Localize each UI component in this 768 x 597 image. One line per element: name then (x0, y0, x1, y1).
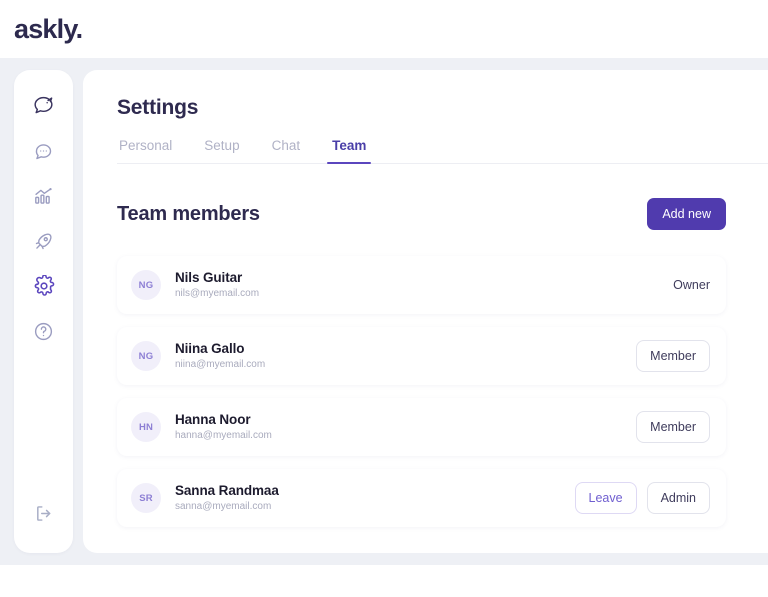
tab-setup[interactable]: Setup (202, 138, 241, 163)
avatar: HN (131, 412, 161, 442)
team-section-title: Team members (117, 202, 260, 225)
leave-button[interactable]: Leave (574, 482, 637, 514)
tab-chat[interactable]: Chat (270, 138, 303, 163)
member-actions: Member (636, 340, 710, 372)
member-info: Hanna Noor hanna@myemail.com (175, 411, 636, 443)
settings-tabs: Personal Setup Chat Team (117, 138, 768, 164)
chat-bubble-icon (33, 141, 54, 162)
analytics-bar-chart-icon (33, 186, 54, 207)
member-info: Niina Gallo niina@myemail.com (175, 340, 636, 372)
member-actions: Member (636, 411, 710, 443)
logo-text: askly (14, 13, 76, 44)
member-name: Niina Gallo (175, 340, 245, 356)
add-new-button[interactable]: Add new (647, 198, 726, 230)
sidebar-item-statistics[interactable] (26, 178, 62, 214)
avatar: SR (131, 483, 161, 513)
page-title: Settings (117, 96, 199, 119)
member-name: Nils Guitar (175, 269, 243, 285)
sidebar-item-askly-logo[interactable] (26, 88, 62, 124)
top-bar: askly. (0, 0, 768, 58)
team-section-header: Team members Add new (117, 198, 768, 230)
sidebar-item-campaigns[interactable] (26, 223, 62, 259)
role-label-owner: Owner (673, 278, 710, 292)
sidebar-nav (14, 70, 73, 553)
askly-bird-logo-icon (31, 94, 56, 119)
sidebar-item-chat[interactable] (26, 133, 62, 169)
member-actions: Owner (673, 278, 710, 292)
rocket-icon (33, 231, 54, 252)
logout-icon (33, 503, 54, 524)
member-name: Sanna Randmaa (175, 482, 279, 498)
sidebar-item-help[interactable] (26, 313, 62, 349)
avatar: NG (131, 270, 161, 300)
member-info: Nils Guitar nils@myemail.com (175, 269, 673, 301)
table-row[interactable]: HN Hanna Noor hanna@myemail.com Member (117, 398, 726, 456)
member-actions: Leave Admin (574, 482, 710, 514)
member-name: Hanna Noor (175, 411, 251, 427)
table-row[interactable]: SR Sanna Randmaa sanna@myemail.com Leave… (117, 469, 726, 527)
sidebar-item-settings[interactable] (26, 268, 62, 304)
role-button-member[interactable]: Member (636, 340, 710, 372)
avatar: NG (131, 341, 161, 371)
tab-personal[interactable]: Personal (117, 138, 174, 163)
table-row[interactable]: NG Nils Guitar nils@myemail.com Owner (117, 256, 726, 314)
tab-team[interactable]: Team (327, 138, 372, 164)
member-info: Sanna Randmaa sanna@myemail.com (175, 482, 575, 514)
member-email: sanna@myemail.com (175, 501, 272, 513)
gear-icon (33, 275, 55, 297)
team-member-list: NG Nils Guitar nils@myemail.com Owner NG… (117, 256, 768, 527)
logo-dot: . (75, 13, 83, 44)
member-email: hanna@myemail.com (175, 430, 272, 442)
help-circle-icon (33, 321, 54, 342)
main-content-card: Settings Personal Setup Chat Team Team m… (83, 70, 768, 553)
table-row[interactable]: NG Niina Gallo niina@myemail.com Member (117, 327, 726, 385)
role-button-admin[interactable]: Admin (646, 482, 710, 514)
sidebar-item-logout[interactable] (26, 495, 62, 531)
member-email: niina@myemail.com (175, 359, 266, 371)
member-email: nils@myemail.com (175, 288, 260, 300)
role-button-member[interactable]: Member (636, 411, 710, 443)
page-body: Settings Personal Setup Chat Team Team m… (0, 58, 768, 565)
askly-logo[interactable]: askly. (14, 13, 83, 44)
